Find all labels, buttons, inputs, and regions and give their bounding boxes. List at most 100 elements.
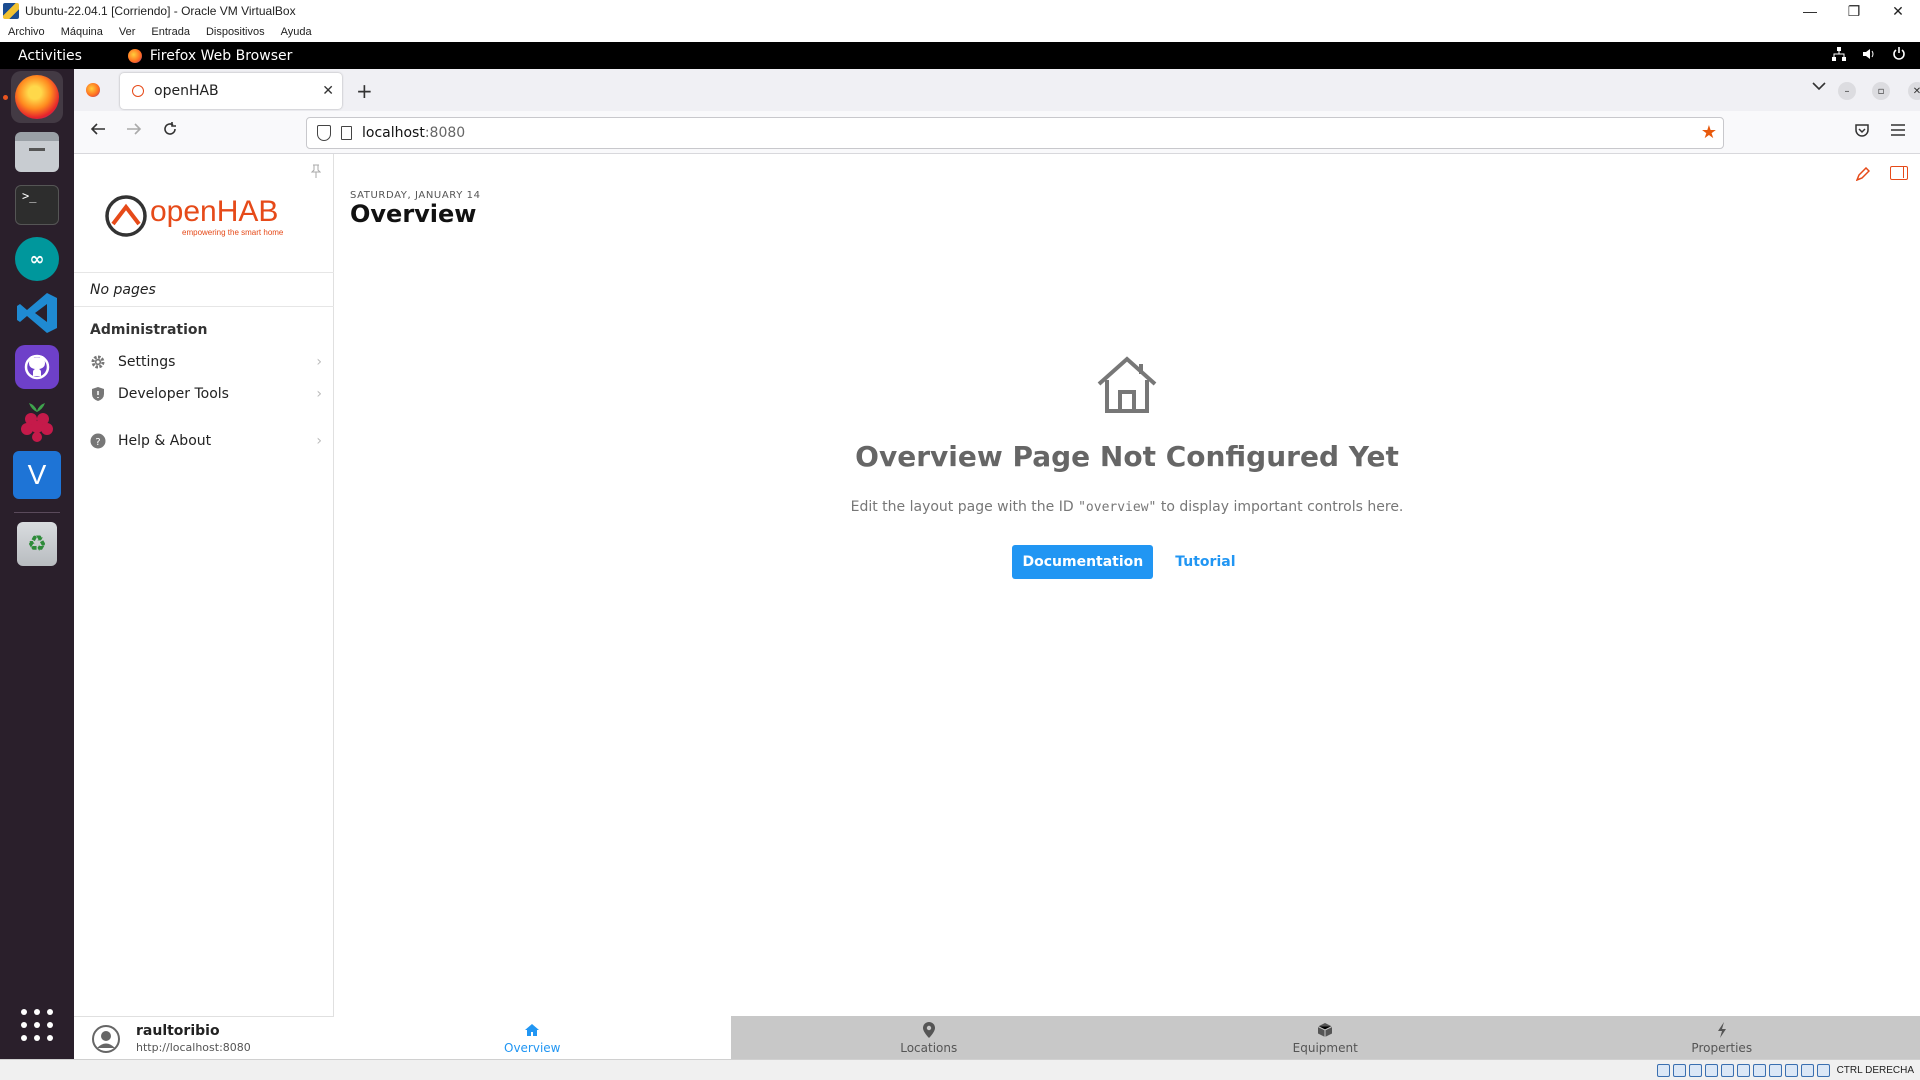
sidebar-item-help-about[interactable]: ? Help & About › (90, 428, 322, 454)
dock-files[interactable] (11, 126, 63, 178)
vbox-window-title: Ubuntu-22.04.1 [Corriendo] - Oracle VM V… (25, 4, 296, 18)
display-icon[interactable] (1752, 1063, 1766, 1077)
menu-archivo[interactable]: Archivo (8, 26, 45, 38)
toggle-panel-icon[interactable] (1890, 166, 1908, 180)
tab-label: Overview (504, 1040, 561, 1055)
desc-text: Edit the layout page with the ID (850, 499, 1079, 515)
tab-close-icon[interactable]: ✕ (322, 83, 334, 99)
system-tray[interactable] (1832, 42, 1906, 69)
tutorial-button[interactable]: Tutorial (1169, 545, 1241, 579)
back-button[interactable] (90, 121, 106, 142)
sidebar-divider (74, 306, 334, 307)
firefox-restore-button[interactable]: ▫ (1872, 82, 1890, 100)
app-menu[interactable]: Firefox Web Browser (127, 48, 292, 64)
desc-code: "overview" (1078, 500, 1157, 515)
menu-entrada[interactable]: Entrada (151, 26, 190, 38)
shared-folders-icon[interactable] (1736, 1063, 1750, 1077)
video-capture-icon[interactable] (1768, 1063, 1782, 1077)
no-pages-label: No pages (90, 282, 156, 298)
dock-raspberry-pi[interactable] (11, 395, 63, 447)
user-profile[interactable]: raultoribio http://localhost:8080 (74, 1016, 334, 1059)
vnc-viewer-icon: V (13, 451, 61, 499)
tab-label: Equipment (1292, 1040, 1358, 1055)
dock-github-desktop[interactable] (11, 341, 63, 393)
power-icon (1892, 46, 1906, 65)
dock-vscode[interactable] (11, 287, 63, 339)
tab-equipment[interactable]: Equipment (1127, 1016, 1524, 1059)
desc-text: to display important controls here. (1156, 499, 1404, 515)
hard-disk-icon[interactable] (1656, 1063, 1670, 1077)
close-window-button[interactable]: ✕ (1876, 0, 1920, 22)
avatar (92, 1025, 120, 1053)
cpu-icon[interactable] (1784, 1063, 1798, 1077)
reload-button[interactable] (162, 121, 178, 142)
network-adapter-icon[interactable] (1704, 1063, 1718, 1077)
openhab-logo[interactable]: openHAB empowering the smart home (104, 188, 304, 244)
documentation-button[interactable]: Documentation (1012, 545, 1154, 579)
sidebar-item-settings[interactable]: Settings › (90, 349, 322, 375)
vscode-icon (17, 293, 57, 333)
home-icon (1097, 356, 1157, 413)
menu-maquina[interactable]: Máquina (61, 26, 103, 38)
sidebar-item-label: Settings (118, 354, 176, 370)
menu-ver[interactable]: Ver (119, 26, 136, 38)
restore-window-button[interactable]: ❐ (1832, 0, 1876, 22)
audio-icon[interactable] (1688, 1063, 1702, 1077)
menu-dispositivos[interactable]: Dispositivos (206, 26, 265, 38)
optical-drive-icon[interactable] (1672, 1063, 1686, 1077)
new-tab-button[interactable]: + (356, 79, 373, 103)
shield-icon (90, 386, 106, 402)
list-all-tabs-button[interactable] (1812, 79, 1826, 95)
tab-title: openHAB (154, 83, 219, 99)
minimize-window-button[interactable]: — (1788, 0, 1832, 22)
tab-properties[interactable]: Properties (1523, 1016, 1920, 1059)
vbox-titlebar: Ubuntu-22.04.1 [Corriendo] - Oracle VM V… (0, 0, 1920, 22)
dock-terminal[interactable]: >_ (11, 179, 63, 231)
browser-tab-openhab[interactable]: openHAB ✕ (120, 73, 342, 109)
firefox-icon (127, 48, 142, 63)
pin-icon[interactable] (310, 164, 322, 181)
mouse-integration-icon[interactable] (1800, 1063, 1814, 1077)
vbox-menubar: Archivo Máquina Ver Entrada Dispositivos… (0, 22, 1920, 42)
trash-icon: ♻ (17, 522, 57, 566)
tracking-protection-icon[interactable] (317, 125, 331, 141)
usb-icon[interactable] (1720, 1063, 1734, 1077)
sidebar-item-label: Developer Tools (118, 386, 229, 402)
tab-locations[interactable]: Locations (730, 1016, 1127, 1059)
empty-state-description: Edit the layout page with the ID "overvi… (334, 499, 1920, 515)
dock-firefox[interactable] (11, 71, 63, 123)
terminal-icon: >_ (15, 185, 59, 225)
gear-icon (90, 354, 106, 370)
virtualbox-icon (3, 3, 19, 19)
bolt-icon (1717, 1021, 1727, 1039)
dock-arduino[interactable]: ∞ (11, 233, 63, 285)
location-pin-icon (922, 1021, 935, 1039)
dock-vnc-viewer[interactable]: V (11, 449, 63, 501)
hamburger-menu-icon[interactable] (1890, 122, 1906, 141)
page-info-icon[interactable] (341, 126, 352, 140)
page-title: Overview (350, 200, 477, 228)
menu-ayuda[interactable]: Ayuda (281, 26, 312, 38)
pocket-icon[interactable] (1854, 122, 1870, 142)
network-icon (1832, 46, 1846, 65)
dock: >_ ∞ V ♻ (0, 69, 74, 1059)
raspberry-pi-icon (21, 403, 53, 442)
dock-trash[interactable]: ♻ (11, 518, 63, 570)
bookmark-star-icon[interactable]: ★ (1701, 122, 1717, 143)
main-content: SATURDAY, JANUARY 14 Overview Overview P… (334, 154, 1920, 1016)
firefox-close-button[interactable]: ✕ (1908, 82, 1920, 100)
logo-text: openHAB (150, 195, 279, 228)
keyboard-capture-icon[interactable] (1816, 1063, 1830, 1077)
firefox-minimize-button[interactable]: – (1838, 82, 1856, 100)
tab-overview[interactable]: Overview (334, 1016, 731, 1059)
firefox-view-icon[interactable] (86, 83, 100, 97)
tab-label: Locations (900, 1040, 958, 1055)
sidebar-item-developer-tools[interactable]: Developer Tools › (90, 381, 322, 407)
edit-pencil-icon[interactable] (1855, 166, 1871, 185)
url-bar[interactable]: localhost:8080 ★ (306, 117, 1724, 149)
volume-icon (1862, 47, 1876, 65)
dock-show-apps[interactable] (11, 999, 63, 1051)
activities-button[interactable]: Activities (18, 48, 82, 64)
forward-button[interactable] (126, 121, 142, 142)
user-name: raultoribio (136, 1023, 220, 1039)
